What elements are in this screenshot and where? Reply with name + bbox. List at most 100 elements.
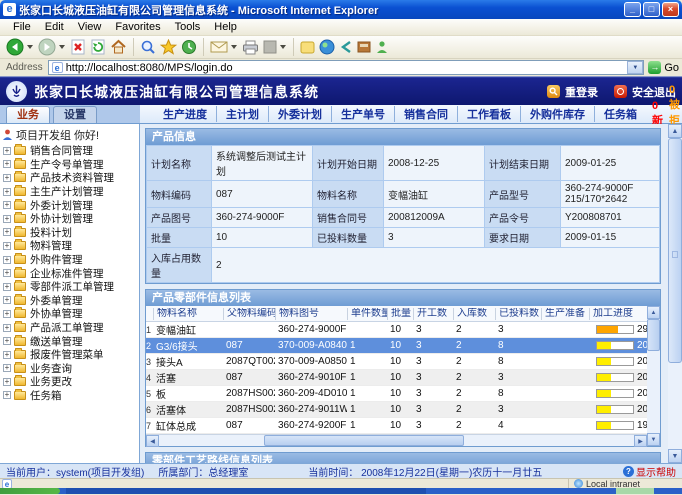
show-help-link[interactable]: ? 显示帮助 — [623, 464, 676, 479]
parts-table-row[interactable]: 6 活塞体 2087HS002 360-274-9011W 1 10 3 2 3 — [146, 402, 647, 418]
tree-item[interactable]: + 企业标准件管理 — [0, 266, 139, 280]
parts-table-row[interactable]: 3 接头A 2087QT002 370-009-A0850 1 10 3 2 8 — [146, 354, 647, 370]
tree-item[interactable]: + 业务查询 — [0, 362, 139, 376]
close-button[interactable]: × — [662, 2, 679, 17]
parts-horizontal-scrollbar[interactable]: ◀ ▶ — [146, 434, 647, 446]
parts-vertical-scrollbar[interactable]: ▲ ▼ — [647, 306, 660, 446]
forward-button[interactable] — [36, 37, 58, 57]
research-button[interactable] — [355, 37, 373, 57]
taskbar-window-button[interactable] — [66, 488, 426, 494]
nav-item[interactable]: 任务箱 — [594, 106, 646, 122]
menu-item[interactable]: Tools — [168, 21, 208, 33]
expand-icon[interactable]: + — [3, 228, 11, 236]
tab-settings[interactable]: 设置 — [53, 106, 97, 123]
scroll-up-button[interactable]: ▲ — [668, 124, 682, 138]
home-button[interactable] — [108, 37, 129, 57]
scrollbar-thumb[interactable] — [668, 138, 682, 363]
tree-item[interactable]: + 外购件管理 — [0, 253, 139, 267]
parts-table-row[interactable]: 5 板 2087HS002 360-209-4D010 1 10 3 2 8 — [146, 386, 647, 402]
scroll-right-button[interactable]: ▶ — [634, 435, 647, 447]
minimize-button[interactable]: _ — [624, 2, 641, 17]
expand-icon[interactable]: + — [3, 324, 11, 332]
column-header[interactable]: 加工进度 — [589, 308, 651, 320]
nav-item[interactable]: 销售合同 — [394, 106, 457, 122]
expand-icon[interactable]: + — [3, 188, 11, 196]
menu-item[interactable]: File — [6, 21, 38, 33]
discuss-button[interactable] — [298, 37, 317, 57]
nav-item[interactable]: 主计划 — [216, 106, 268, 122]
tree-item[interactable]: + 缴送单管理 — [0, 334, 139, 348]
parts-table-row[interactable]: 2 G3/6接头 087 370-009-A0840 1 10 3 2 8 — [146, 338, 647, 354]
back-button[interactable] — [4, 37, 26, 57]
expand-icon[interactable]: + — [3, 296, 11, 304]
tree-item[interactable]: + 投料计划 — [0, 226, 139, 240]
tree-item[interactable]: + 物料管理 — [0, 239, 139, 253]
address-input[interactable] — [66, 61, 628, 74]
logout-button[interactable]: 安全退出 — [614, 84, 676, 100]
parts-table-row[interactable]: 7 缸体总成 087 360-274-9200F 1 10 3 2 4 — [146, 418, 647, 434]
column-header[interactable]: 批量 — [387, 308, 413, 320]
go-button[interactable]: → Go — [648, 61, 679, 74]
expand-icon[interactable]: + — [3, 215, 11, 223]
parts-table-row[interactable]: 4 活塞 087 360-274-9010F 1 10 3 2 3 — [146, 370, 647, 386]
menu-item[interactable]: View — [71, 21, 109, 33]
scrollbar-thumb[interactable] — [264, 435, 464, 446]
column-header[interactable]: 单件数量 — [347, 308, 387, 320]
nav-item[interactable]: 外购件库存 — [520, 106, 594, 122]
nav-item[interactable]: 生产单号 — [331, 106, 394, 122]
scrollbar-thumb[interactable] — [647, 319, 660, 351]
column-header[interactable]: 开工数 — [413, 308, 453, 320]
column-header[interactable]: 物料图号 — [275, 308, 347, 320]
edit-dropdown[interactable] — [280, 45, 286, 49]
favorites-button[interactable] — [158, 37, 179, 57]
history-button[interactable] — [179, 37, 199, 57]
tree-item[interactable]: + 任务箱 — [0, 389, 139, 403]
stop-button[interactable] — [68, 37, 88, 57]
page-vertical-scrollbar[interactable]: ▲ ▼ — [668, 124, 682, 463]
scroll-up-button[interactable]: ▲ — [647, 306, 660, 319]
expand-icon[interactable]: + — [3, 310, 11, 318]
refresh-button[interactable] — [88, 37, 108, 57]
nav-item[interactable]: 生产进度 — [154, 106, 216, 122]
expand-icon[interactable]: + — [3, 378, 11, 386]
windows-taskbar[interactable] — [0, 488, 682, 494]
tree-item[interactable]: + 产品技术资料管理 — [0, 171, 139, 185]
edit-button[interactable] — [261, 37, 279, 57]
relogin-button[interactable]: 重登录 — [547, 84, 598, 100]
column-header[interactable]: 生产准备 — [541, 308, 589, 320]
expand-icon[interactable]: + — [3, 364, 11, 372]
tab-business[interactable]: 业务 — [6, 106, 50, 123]
menu-item[interactable]: Edit — [38, 21, 71, 33]
column-header[interactable]: 入库数 — [453, 308, 495, 320]
forward-dropdown[interactable] — [59, 45, 65, 49]
expand-icon[interactable]: + — [3, 283, 11, 291]
search-button[interactable] — [138, 37, 158, 57]
nav-item[interactable]: 工作看板 — [457, 106, 520, 122]
scroll-down-button[interactable]: ▼ — [647, 433, 660, 446]
expand-icon[interactable]: + — [3, 201, 11, 209]
maximize-button[interactable]: □ — [643, 2, 660, 17]
title-bar[interactable]: e 张家口长城液压油缸有限公司管理信息系统 - Microsoft Intern… — [0, 0, 682, 19]
messenger-button[interactable] — [373, 37, 391, 57]
mail-dropdown[interactable] — [231, 45, 237, 49]
expand-icon[interactable]: + — [3, 351, 11, 359]
tree-item[interactable]: + 外协计划管理 — [0, 212, 139, 226]
tree-item[interactable]: + 外协单管理 — [0, 307, 139, 321]
column-header[interactable]: 物料名称 — [153, 308, 223, 320]
media-button[interactable] — [317, 37, 337, 57]
column-header[interactable]: 已投料数 — [495, 308, 541, 320]
tree-item[interactable]: + 报废件管理菜单 — [0, 348, 139, 362]
parts-table-row[interactable]: 1 变幅油缸 360-274-9000F 10 3 2 3 — [146, 322, 647, 338]
expand-icon[interactable]: + — [3, 337, 11, 345]
expand-icon[interactable]: + — [3, 391, 11, 399]
scroll-down-button[interactable]: ▼ — [668, 449, 682, 463]
tree-item[interactable]: + 生产令号单管理 — [0, 158, 139, 172]
msn-button[interactable] — [337, 37, 355, 57]
start-button[interactable] — [0, 488, 60, 494]
tree-item[interactable]: + 销售合同管理 — [0, 144, 139, 158]
tree-item[interactable]: + 外委计划管理 — [0, 198, 139, 212]
tree-item[interactable]: + 业务更改 — [0, 375, 139, 389]
expand-icon[interactable]: + — [3, 160, 11, 168]
tree-item[interactable]: + 主生产计划管理 — [0, 185, 139, 199]
expand-icon[interactable]: + — [3, 242, 11, 250]
